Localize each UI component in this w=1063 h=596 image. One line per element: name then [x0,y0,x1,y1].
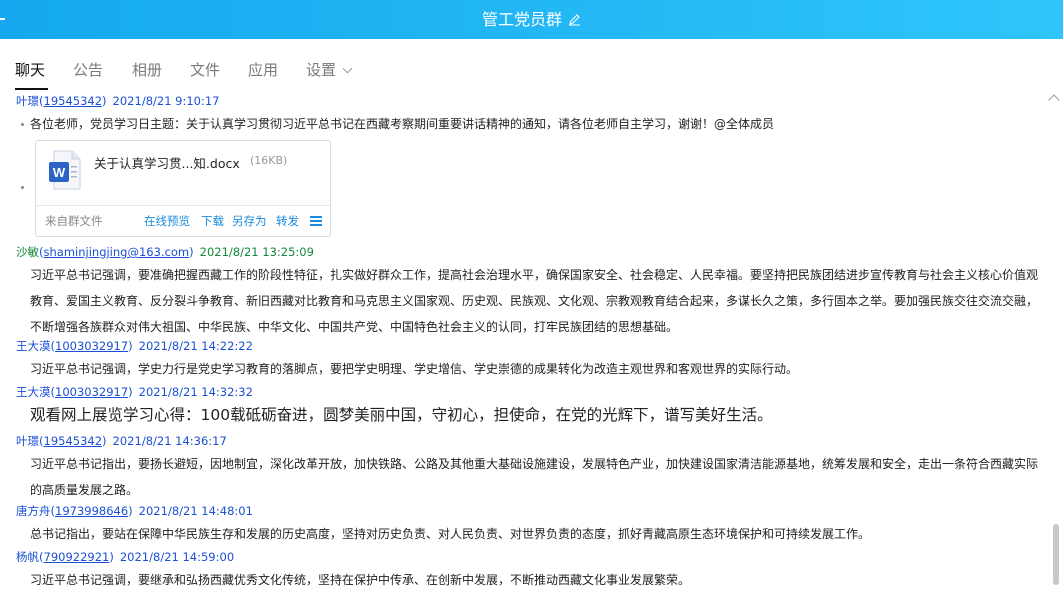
save-as-link[interactable]: 另存为 [232,213,267,229]
message-header: 王大漠(1003032917) 2021/8/21 14:22:22 [16,339,253,353]
message-text: 各位老师，党员学习日主题：关于认真学习贯彻习近平总书记在西藏考察期间重要讲话精神… [30,117,775,131]
chevron-down-icon [342,63,353,74]
message-time: 2021/8/21 14:36:17 [112,434,227,448]
preview-online-link[interactable]: 在线预览 [144,213,190,229]
message-text: 习近平总书记指出，要扬长避短，因地制宜，深化改革开放，加快铁路、公路及其他重大基… [30,457,1039,497]
sender-name[interactable]: 王大漠 [16,385,51,399]
message-time: 2021/8/21 9:10:17 [112,94,220,108]
scroll-up-icon[interactable] [1048,94,1060,106]
tab-chat[interactable]: 聊天 [15,59,45,80]
sender-qq[interactable]: 19545342 [44,434,103,448]
title-bar: 管工党员群 [0,0,1063,39]
sender-name[interactable]: 唐方舟 [16,504,51,518]
message-time: 2021/8/21 13:25:09 [199,245,314,259]
sender-qq[interactable]: 1003032917 [55,339,128,353]
message-text: 观看网上展览学习心得：100载砥砺奋进，圆梦美丽中国，守初心，担使命，在党的光辉… [30,406,773,424]
group-title: 管工党员群 [0,0,1063,40]
word-doc-icon: W [49,150,81,190]
message-time: 2021/8/21 14:59:00 [119,550,235,564]
active-tab-underline [15,88,48,90]
sender-name[interactable]: 叶璟 [16,94,39,108]
tab-bar: 聊天 公告 相册 文件 应用 设置 [0,39,1063,90]
bullet-dot [21,123,24,126]
sender-qq[interactable]: 790922921 [44,550,110,564]
message-header: 叶璟(19545342) 2021/8/21 14:36:17 [16,434,227,448]
svg-text:W: W [53,165,66,180]
menu-icon[interactable] [310,216,322,226]
tab-apps[interactable]: 应用 [248,59,278,80]
sender-qq[interactable]: 19545342 [44,94,103,108]
file-name[interactable]: 关于认真学习贯...知.docx [94,153,240,172]
file-card[interactable]: W 关于认真学习贯...知.docx (16KB) 来自群文件 在线预览 下载 … [35,140,331,237]
message-text: 习近平总书记强调，学史力行是党史学习教育的落脚点，要把学史明理、学史增信、学史崇… [30,362,799,376]
edit-name-icon[interactable] [568,1,581,40]
group-name: 管工党员群 [481,10,562,29]
sender-qq[interactable]: 1003032917 [55,385,128,399]
sender-name[interactable]: 杨帆 [16,550,39,564]
sender-qq[interactable]: 1973998646 [55,504,128,518]
scrollbar-thumb[interactable] [1053,524,1059,585]
sender-name[interactable]: 叶璟 [16,434,39,448]
tab-files[interactable]: 文件 [190,59,220,80]
message-text: 总书记指出，要站在保障中华民族生存和发展的历史高度，坚持对历史负责、对人民负责、… [30,527,871,541]
sender-name[interactable]: 沙敏 [16,245,39,259]
chat-scrollbar[interactable] [1048,90,1063,596]
file-size: (16KB) [250,154,288,167]
message-text: 习近平总书记强调，要准确把握西藏工作的阶段性特征，扎实做好群众工作，提高社会治理… [30,268,1039,334]
tab-announcement[interactable]: 公告 [73,59,103,80]
tab-settings-label: 设置 [306,61,337,79]
message-header: 沙敏(shaminjingjing@163.com) 2021/8/21 13:2… [16,245,314,259]
message-header: 王大漠(1003032917) 2021/8/21 14:32:32 [16,385,253,399]
forward-link[interactable]: 转发 [276,213,299,229]
message-header: 杨帆(790922921) 2021/8/21 14:59:00 [16,550,235,564]
message-time: 2021/8/21 14:22:22 [138,339,253,353]
divider [36,205,330,206]
message-header: 唐方舟(1973998646) 2021/8/21 14:48:01 [16,504,253,518]
bullet-dot [21,186,24,189]
download-link[interactable]: 下载 [201,213,224,229]
sender-name[interactable]: 王大漠 [16,339,51,353]
tab-album[interactable]: 相册 [132,59,162,80]
sender-qq[interactable]: shaminjingjing@163.com [44,245,190,259]
message-header: 叶璟(19545342) 2021/8/21 9:10:17 [16,94,220,108]
message-time: 2021/8/21 14:32:32 [138,385,253,399]
tab-settings[interactable]: 设置 [306,59,353,80]
file-source: 来自群文件 [45,214,103,228]
message-time: 2021/8/21 14:48:01 [138,504,253,518]
message-text: 习近平总书记强调，要继承和弘扬西藏优秀文化传统，坚持在保护中传承、在创新中发展，… [30,573,691,587]
